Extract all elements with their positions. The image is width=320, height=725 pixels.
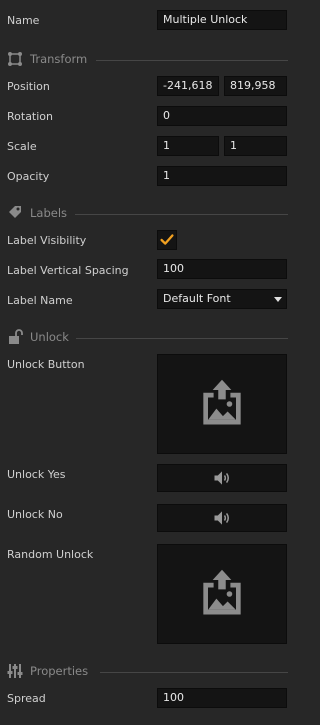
label-name-label: Label Name (7, 294, 73, 307)
section-divider (100, 672, 288, 673)
position-y-field[interactable]: 819,958 (224, 76, 287, 96)
position-x-field[interactable]: -241,618 (157, 76, 219, 96)
unlock-no-sound-slot[interactable] (157, 504, 287, 532)
unlock-button-label: Unlock Button (7, 358, 85, 371)
spread-field[interactable]: 100 (157, 688, 287, 708)
unlock-title: Unlock (30, 330, 69, 344)
unlock-yes-sound-slot[interactable] (157, 464, 287, 492)
image-upload-icon (203, 379, 241, 425)
label-visibility-checkbox[interactable] (157, 230, 177, 250)
image-upload-icon (203, 569, 241, 615)
label-name-dropdown[interactable]: Default Font (157, 289, 287, 309)
inspector-panel: Name Multiple Unlock Transform Position … (0, 0, 299, 725)
scale-label: Scale (7, 140, 37, 153)
position-label: Position (7, 80, 50, 93)
checkmark-icon (160, 234, 174, 245)
unlock-button-image-slot[interactable] (157, 354, 287, 454)
speaker-icon (214, 511, 229, 525)
random-unlock-label: Random Unlock (7, 548, 94, 561)
speaker-icon (214, 471, 229, 485)
section-divider (76, 338, 288, 339)
section-divider (96, 60, 288, 61)
chevron-down-icon (274, 297, 282, 302)
section-divider (75, 214, 288, 215)
rotation-field[interactable]: 0 (157, 106, 287, 126)
label-vertical-spacing-field[interactable]: 100 (157, 259, 287, 279)
properties-title: Properties (30, 664, 89, 678)
tag-icon (9, 206, 21, 218)
scale-x-field[interactable]: 1 (157, 136, 219, 156)
random-unlock-image-slot[interactable] (157, 544, 287, 644)
sliders-icon (7, 664, 23, 678)
unlock-yes-label: Unlock Yes (7, 468, 66, 481)
unlock-no-label: Unlock No (7, 508, 63, 521)
spread-label: Spread (7, 692, 46, 705)
label-name-selected: Default Font (163, 292, 231, 305)
unlock-icon (9, 329, 23, 344)
transform-icon (8, 52, 22, 66)
transform-title: Transform (30, 52, 88, 66)
name-field[interactable]: Multiple Unlock (157, 10, 287, 30)
label-vertical-spacing-label: Label Vertical Spacing (7, 264, 129, 277)
labels-title: Labels (30, 206, 68, 220)
label-visibility-label: Label Visibility (7, 234, 87, 247)
rotation-label: Rotation (7, 110, 54, 123)
opacity-field[interactable]: 1 (157, 166, 287, 186)
opacity-label: Opacity (7, 170, 50, 183)
name-label: Name (7, 14, 40, 27)
scale-y-field[interactable]: 1 (224, 136, 287, 156)
